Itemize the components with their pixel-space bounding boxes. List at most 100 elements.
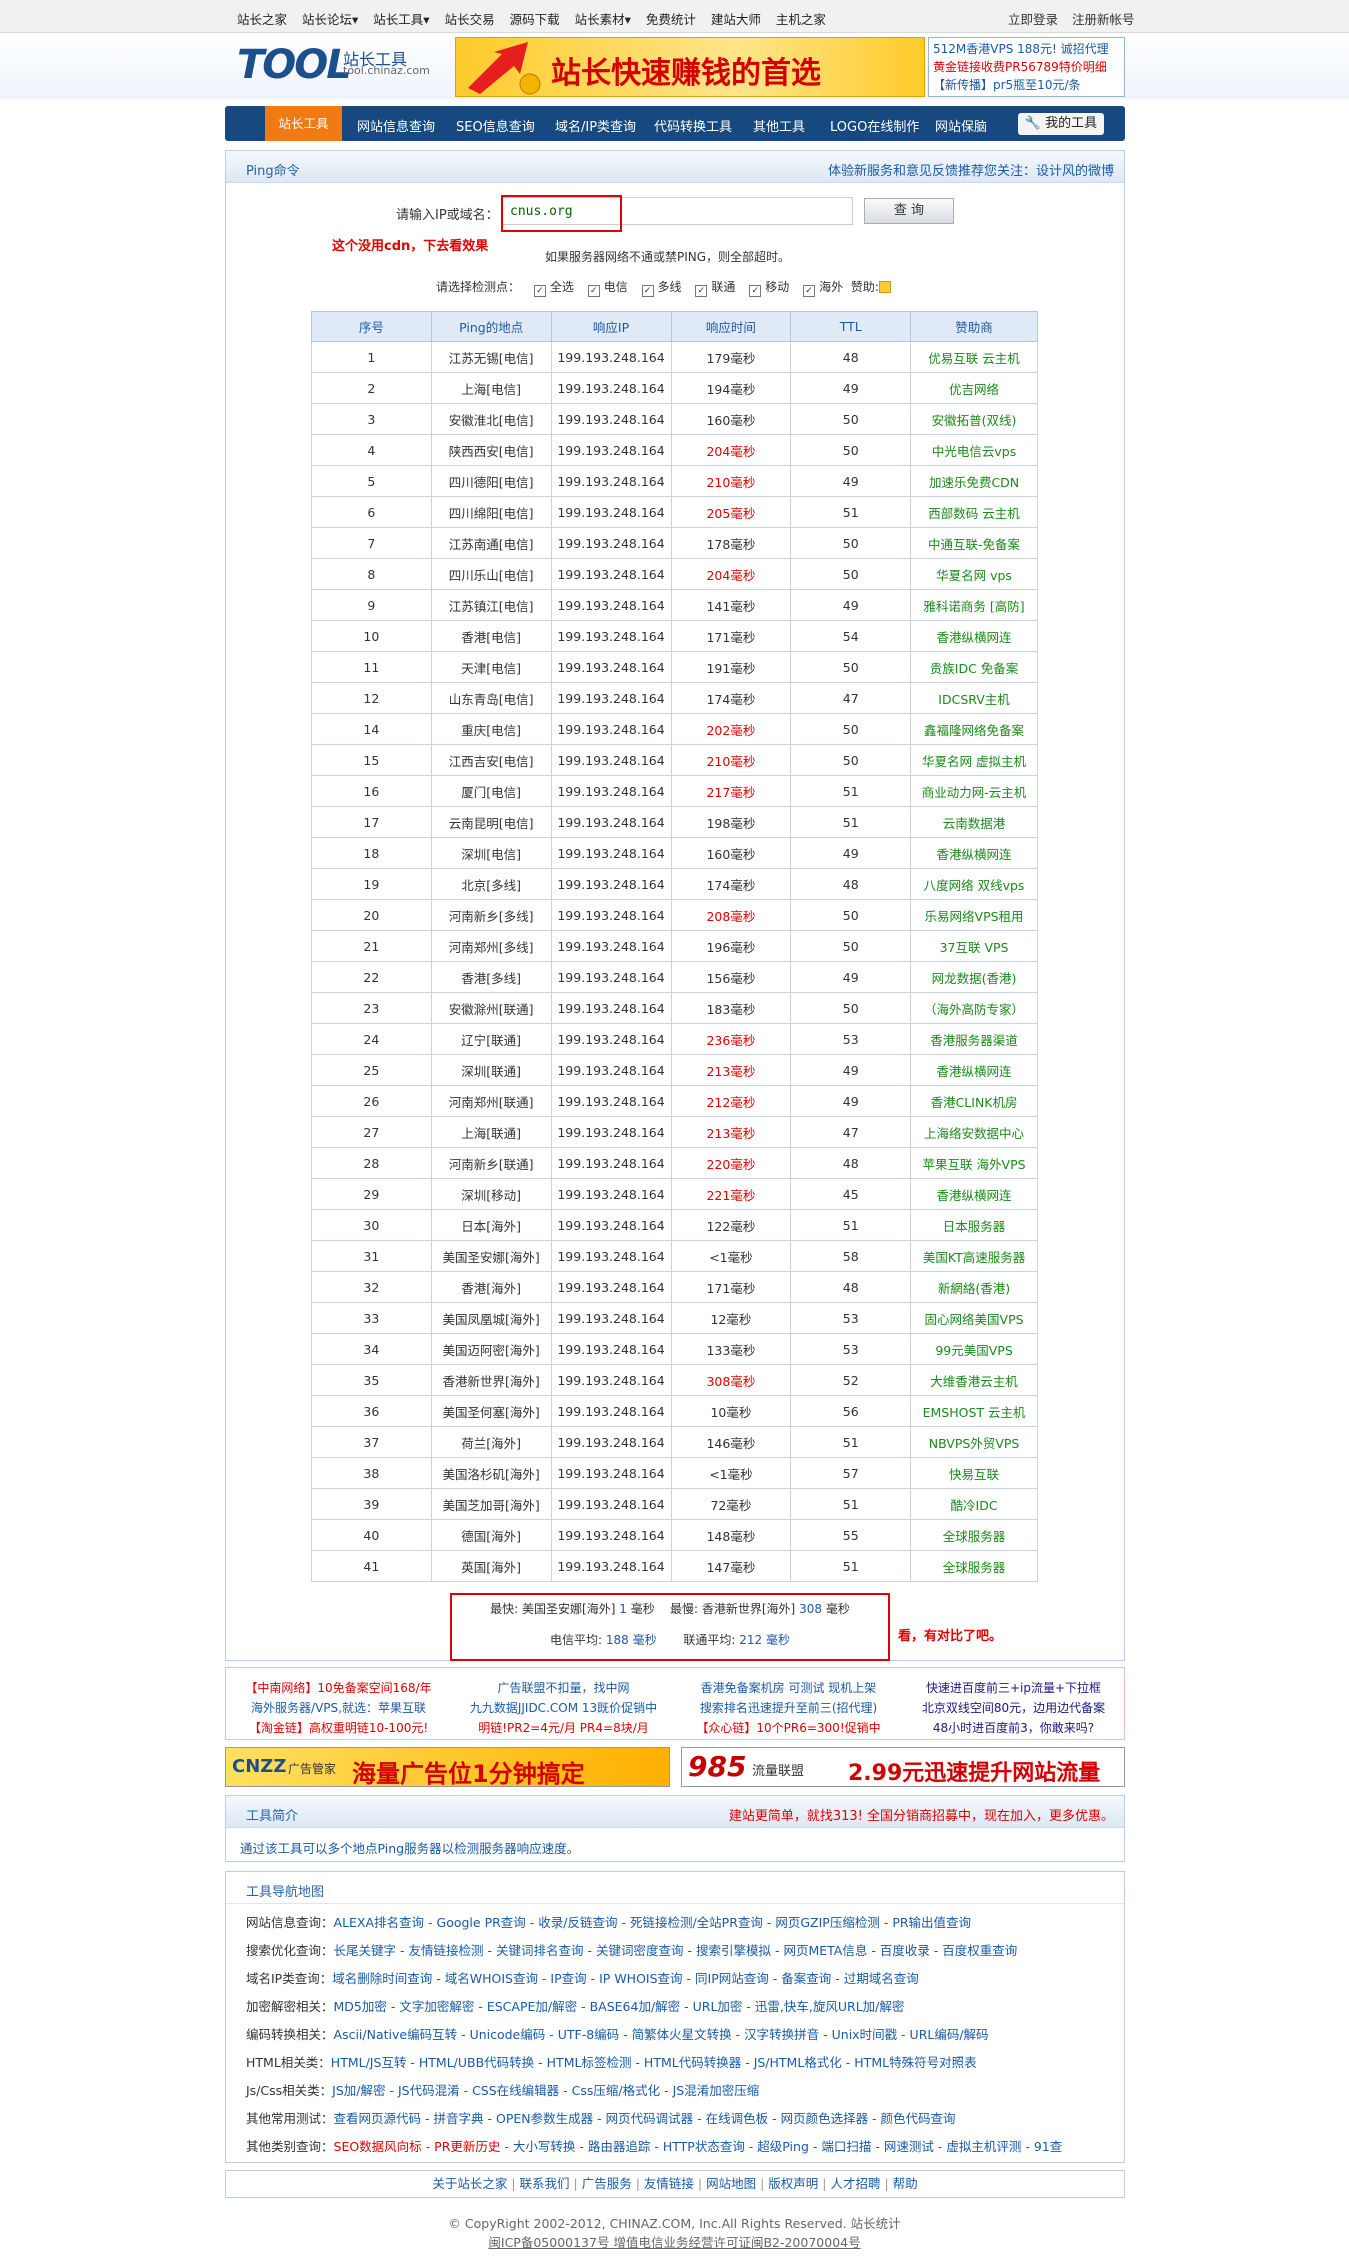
sponsor-link[interactable]: 网龙数据(香港): [910, 961, 1038, 993]
menu-item[interactable]: LOGO在线制作: [830, 116, 919, 135]
nav-map-link[interactable]: UTF-8编码: [558, 2027, 619, 2042]
nav-map-link[interactable]: 关键词排名查询: [496, 1943, 584, 1958]
nav-map-link[interactable]: 大小写转换: [513, 2139, 576, 2154]
footer-link[interactable]: 友情链接: [644, 2176, 694, 2191]
cnzz-ad-banner[interactable]: CNZZ 广告管家 海量广告位1分钟搞定: [225, 1747, 670, 1788]
sponsor-link[interactable]: 云南数据港: [910, 806, 1038, 838]
sponsor-link[interactable]: 华夏名网 vps: [910, 558, 1038, 590]
nav-map-link[interactable]: 过期域名查询: [844, 1971, 919, 1986]
top-nav-item[interactable]: 建站大师: [711, 12, 761, 27]
nav-map-link[interactable]: ESCAPE加/解密: [487, 1999, 577, 2014]
sponsor-link[interactable]: 中通互联-免备案: [910, 527, 1038, 559]
sponsor-link[interactable]: 99元美国VPS: [910, 1333, 1038, 1365]
sponsor-link[interactable]: 上海络安数据中心: [910, 1116, 1038, 1148]
check-multiline[interactable]: ✓: [641, 285, 654, 297]
check-mobile[interactable]: ✓: [749, 285, 762, 297]
nav-map-link[interactable]: Ascii/Native编码互转: [334, 2027, 458, 2042]
nav-map-link[interactable]: 端口扫描: [821, 2139, 871, 2154]
side-ad-3[interactable]: 【新传播】pr5瓶至10元/条: [933, 76, 1120, 94]
nav-map-link[interactable]: 域名WHOIS查询: [445, 1971, 538, 1986]
query-button[interactable]: 查 询: [864, 198, 954, 224]
nav-map-link[interactable]: 汉字转换拼音: [744, 2027, 819, 2042]
sponsor-link[interactable]: 37互联 VPS: [910, 930, 1038, 962]
text-ad-link[interactable]: 香港免备案机房 可测试 现机上架: [676, 1678, 901, 1698]
site-logo[interactable]: TOOL: [237, 42, 352, 88]
nav-map-link[interactable]: 百度收录: [880, 1943, 930, 1958]
sponsor-link[interactable]: 香港CLINK机房: [910, 1085, 1038, 1117]
text-ad-link[interactable]: 搜索排名迅速提升至前三(招代理): [676, 1698, 901, 1718]
nav-map-link[interactable]: PR输出值查询: [892, 1915, 971, 1930]
top-nav-item[interactable]: 站长交易: [445, 12, 495, 27]
top-nav-item[interactable]: 站长素材▾: [575, 12, 631, 27]
sponsor-link[interactable]: 日本服务器: [910, 1209, 1038, 1241]
nav-map-link[interactable]: 长尾关键字: [334, 1943, 397, 1958]
sponsor-link[interactable]: 香港服务器渠道: [910, 1023, 1038, 1055]
top-nav-item[interactable]: 站长论坛▾: [302, 12, 358, 27]
nav-map-link[interactable]: Google PR查询: [437, 1915, 526, 1930]
text-ad-link[interactable]: 海外服务器/VPS,就选：苹果互联: [226, 1698, 451, 1718]
sponsor-icon[interactable]: [878, 281, 891, 293]
nav-map-link[interactable]: JS加/解密: [332, 2083, 385, 2098]
nav-map-link[interactable]: HTML/JS互转: [331, 2055, 407, 2070]
nav-map-link[interactable]: JS混淆加密压缩: [673, 2083, 760, 2098]
sponsor-link[interactable]: 香港纵横网连: [910, 1054, 1038, 1086]
check-unicom[interactable]: ✓: [695, 285, 708, 297]
nav-map-link[interactable]: HTML代码转换器: [644, 2055, 741, 2070]
nav-map-link[interactable]: 友情链接检测: [409, 1943, 484, 1958]
text-ad-link[interactable]: 【中南网络】10免备案空间168/年: [226, 1678, 451, 1698]
sponsor-link[interactable]: 新網絡(香港): [910, 1271, 1038, 1303]
sponsor-link[interactable]: 优吉网络: [910, 372, 1038, 404]
register-link[interactable]: 注册新帐号: [1072, 12, 1135, 27]
nav-map-link[interactable]: MD5加密: [334, 1999, 387, 2014]
sponsor-link[interactable]: 西部数码 云主机: [910, 496, 1038, 528]
sponsor-link[interactable]: 鑫福隆网络免备案: [910, 713, 1038, 745]
nav-map-link[interactable]: 路由器追踪: [588, 2139, 651, 2154]
menu-item[interactable]: 域名/IP类查询: [555, 116, 636, 135]
nav-map-link[interactable]: ALEXA排名查询: [334, 1915, 425, 1930]
nav-map-link[interactable]: HTML特殊符号对照表: [854, 2055, 976, 2070]
nav-map-link[interactable]: BASE64加/解密: [590, 1999, 681, 2014]
text-ad-link[interactable]: 【淘金链】高权重明链10-100元!: [226, 1718, 451, 1738]
sponsor-link[interactable]: 快易互联: [910, 1457, 1038, 1489]
nav-map-link[interactable]: 网页代码调试器: [606, 2111, 694, 2126]
nav-map-link[interactable]: 网页META信息: [783, 1943, 867, 1958]
sponsor-link[interactable]: 商业动力网-云主机: [910, 775, 1038, 807]
weibo-notice-link[interactable]: 体验新服务和意见反馈推荐您关注：设计风的微博: [828, 160, 1114, 179]
sponsor-link[interactable]: 加速乐免费CDN: [910, 465, 1038, 497]
nav-map-link[interactable]: 查看网页源代码: [334, 2111, 422, 2126]
nav-map-link[interactable]: URL加密: [693, 1999, 743, 2014]
top-nav-item[interactable]: 源码下载: [510, 12, 560, 27]
nav-map-link[interactable]: 同IP网站查询: [695, 1971, 769, 1986]
sponsor-link[interactable]: 安徽拓普(双线): [910, 403, 1038, 435]
nav-map-link[interactable]: 拼音字典: [434, 2111, 484, 2126]
sponsor-link[interactable]: 八度网络 双线vps: [910, 868, 1038, 900]
sponsor-link[interactable]: 中光电信云vps: [910, 434, 1038, 466]
nav-map-link[interactable]: 91查: [1034, 2139, 1062, 2154]
top-nav-item[interactable]: 站长之家: [237, 12, 287, 27]
sponsor-link[interactable]: 香港纵横网连: [910, 837, 1038, 869]
nav-map-link[interactable]: IP查询: [550, 1971, 586, 1986]
nav-map-link[interactable]: 在线调色板: [706, 2111, 769, 2126]
nav-map-link[interactable]: Unix时间戳: [832, 2027, 897, 2042]
text-ad-link[interactable]: 广告联盟不扣量，找中网: [451, 1678, 676, 1698]
text-ad-link[interactable]: 48小时进百度前3，你敢来吗?: [901, 1718, 1126, 1738]
nav-map-link[interactable]: 域名删除时间查询: [332, 1971, 432, 1986]
nav-map-link[interactable]: 超级Ping: [757, 2139, 809, 2154]
nav-map-link[interactable]: 迅雷,快车,旋风URL加/解密: [755, 1999, 904, 2014]
sponsor-link[interactable]: 全球服务器: [910, 1550, 1038, 1582]
sponsor-link[interactable]: 香港纵横网连: [910, 620, 1038, 652]
sponsor-link[interactable]: NBVPS外贸VPS: [910, 1426, 1038, 1458]
sponsor-link[interactable]: 优易互联 云主机: [910, 341, 1038, 373]
my-tools-button[interactable]: 🔧 我的工具: [1018, 113, 1104, 135]
nav-map-link[interactable]: 虚拟主机评测: [946, 2139, 1021, 2154]
menu-item[interactable]: 其他工具: [753, 116, 805, 135]
check-overseas[interactable]: ✓: [803, 285, 816, 297]
nav-map-link[interactable]: 网页GZIP压缩检测: [775, 1915, 879, 1930]
side-ad-2[interactable]: 黄金链接收费PR56789特价明细: [933, 58, 1120, 76]
side-ad-1[interactable]: 512M香港VPS 188元! 诚招代理: [933, 40, 1120, 58]
footer-link[interactable]: 关于站长之家: [432, 2176, 507, 2191]
sponsor-link[interactable]: 酷冷IDC: [910, 1488, 1038, 1520]
menu-item[interactable]: SEO信息查询: [456, 116, 535, 135]
nav-map-link[interactable]: 百度权重查询: [942, 1943, 1017, 1958]
check-all[interactable]: ✓: [533, 285, 546, 297]
